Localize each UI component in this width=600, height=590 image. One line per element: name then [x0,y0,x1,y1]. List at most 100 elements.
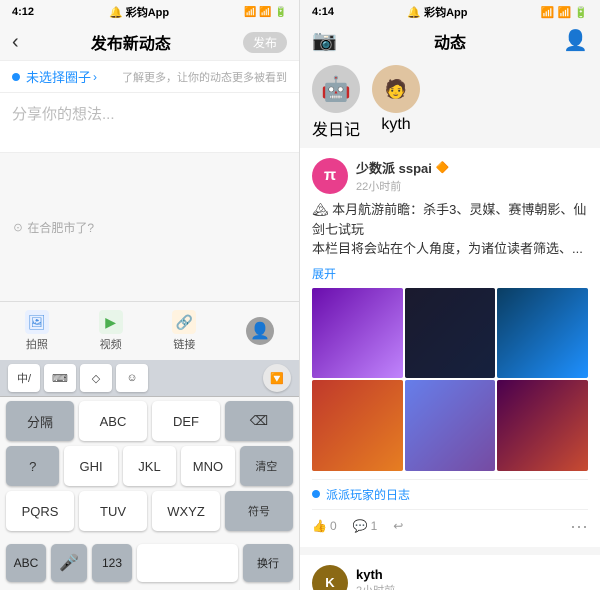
location-label: ☉ 在合肥市了? [12,219,94,236]
right-time: 4:14 [312,6,334,18]
feed-title: 动态 [434,29,466,53]
video-label: 视频 [100,336,122,352]
user-avatar-small: 👤 [246,317,274,345]
key-enter[interactable]: 换行 [243,544,293,582]
right-top-bar: 📷 动态 👤 [300,24,600,61]
key-clear[interactable]: 清空 [240,446,293,486]
post-header-2: K kyth 2小时前 [312,565,588,590]
key-symbol[interactable]: 符号 [225,491,293,531]
verified-icon-1: 🔶 [436,161,450,174]
keyboard-switch-btn[interactable]: ⌨ [44,364,76,392]
expand-button[interactable]: 展开 [312,265,588,282]
story-avatar-stormtrooper: 🤖 [312,65,360,113]
key-def[interactable]: DEF [152,401,220,441]
key-abc-switch[interactable]: ABC [6,544,46,582]
video-action[interactable]: ▶ 视频 [99,310,123,352]
emoji-btn[interactable]: ☺ [116,364,148,392]
photo-action[interactable]: 🖼 拍照 [25,310,49,352]
post-image-grid [312,288,588,471]
key-question[interactable]: ? [6,446,59,486]
input-placeholder: 分享你的想法... [12,106,115,123]
left-status-icons: 📶 📶 🔋 [244,7,287,18]
image-cell-3 [497,288,588,379]
right-status-icons: 📶 📶 🔋 [541,6,588,19]
keyboard-toolbar: 中/ ⌨ ◇ ☺ 🔽 [0,360,299,397]
post-time-1: 22小时前 [356,178,450,194]
comment-count: 1 [371,519,378,533]
key-mic[interactable]: 🎤 [51,544,87,582]
story-label-kyth: kyth [381,116,410,134]
comment-button[interactable]: 💬 1 [353,519,378,533]
key-abc[interactable]: ABC [79,401,147,441]
left-time: 4:12 [12,6,34,18]
share-button[interactable]: ↩ [393,519,403,533]
post-name-1: 少数派 sspai [356,158,432,177]
like-button[interactable]: 👍 0 [312,519,337,533]
link-dot-icon [312,490,320,498]
page-title: 发布新动态 [19,30,243,54]
key-wxyz[interactable]: WXYZ [152,491,220,531]
share-icon: ↩ [393,519,403,533]
kb-row-2: ? GHI JKL MNO 清空 [6,446,293,486]
key-num[interactable]: 123 [92,544,132,582]
keyboard-rows: 分隔 ABC DEF ⌫ ? GHI JKL MNO 清空 PQRS TUV W… [0,397,299,540]
post-avatar-1: π [312,158,348,194]
image-cell-4 [312,380,403,471]
post-header-1: π 少数派 sspai 🔶 22小时前 [312,158,588,194]
right-app-label: 🔔 彩钧App [407,4,467,20]
right-status-bar: 4:14 🔔 彩钧App 📶 📶 🔋 [300,0,600,24]
link-text: 派派玩家的日志 [326,486,410,503]
link-action[interactable]: 🔗 链接 [172,310,196,352]
photo-icon: 🖼 [25,310,49,334]
key-backspace[interactable]: ⌫ [225,401,293,441]
who-hint-text: 了解更多，让你的动态更多被看到 [122,69,287,85]
key-jkl[interactable]: JKL [123,446,176,486]
video-icon: ▶ [99,310,123,334]
post-link-bar[interactable]: 派派玩家的日志 [312,479,588,509]
key-mno[interactable]: MNO [181,446,234,486]
left-panel: 4:12 🔔 彩钧App 📶 📶 🔋 ‹ 发布新动态 发布 未选择圈子 › 了解… [0,0,300,590]
camera-icon[interactable]: 📷 [312,28,337,53]
back-button[interactable]: ‹ [12,31,19,54]
expand-kb-btn[interactable]: 🔽 [263,364,291,392]
code-btn[interactable]: ◇ [80,364,112,392]
blue-dot-icon [12,73,20,81]
post-avatar-2: K [312,565,348,590]
link-icon: 🔗 [172,310,196,334]
story-avatar-user: 🧑 [372,65,420,113]
right-panel: 4:14 🔔 彩钧App 📶 📶 🔋 📷 动态 👤 🤖 发日记 🧑 kyth π [300,0,600,590]
key-ghi[interactable]: GHI [64,446,117,486]
story-item-kyth[interactable]: 🧑 kyth [372,65,420,140]
post-time-2: 2小时前 [356,582,395,590]
who-arrow: › [93,70,97,84]
like-count: 0 [330,519,337,533]
image-cell-6 [497,380,588,471]
left-app-label: 🔔 彩钧App [109,4,169,20]
kb-bottom-row: ABC 🎤 123 换行 [0,540,299,590]
left-top-bar: ‹ 发布新动态 发布 [0,24,299,60]
key-tuv[interactable]: TUV [79,491,147,531]
post-button[interactable]: 发布 [243,32,287,53]
post-body-1: 🏔 本月航游前瞻：杀手3、灵媒、赛博朝影、仙剑七试玩 本栏目将会站在个人角度，为… [312,200,588,259]
profile-icon[interactable]: 👤 [563,28,588,53]
key-fen[interactable]: 分隔 [6,401,74,441]
photo-label: 拍照 [26,336,48,352]
more-button[interactable]: ··· [570,516,588,537]
post-actions-1: 👍 0 💬 1 ↩ ··· [312,509,588,537]
left-status-bar: 4:12 🔔 彩钧App 📶 📶 🔋 [0,0,299,24]
post-meta-1: 少数派 sspai 🔶 22小时前 [356,158,450,194]
story-item-diary[interactable]: 🤖 发日记 [312,65,360,140]
story-label-diary: 发日记 [312,116,360,140]
post-input[interactable]: 分享你的想法... [0,93,299,153]
location-bar[interactable]: ☉ 在合肥市了? [0,153,299,301]
key-pqrs[interactable]: PQRS [6,491,74,531]
key-space[interactable] [137,544,238,582]
circle-label: 未选择圈子 [26,67,91,86]
comment-icon: 💬 [353,519,368,533]
kb-row-1: 分隔 ABC DEF ⌫ [6,401,293,441]
post-name-2: kyth [356,567,395,582]
post-card-2: K kyth 2小时前 产品经理招到了，求安卓开发。 🎙 kyth: 想来做小宇… [300,555,600,590]
image-cell-1 [312,288,403,379]
input-mode-btn[interactable]: 中/ [8,364,40,392]
who-selector[interactable]: 未选择圈子 › 了解更多，让你的动态更多被看到 [0,60,299,93]
